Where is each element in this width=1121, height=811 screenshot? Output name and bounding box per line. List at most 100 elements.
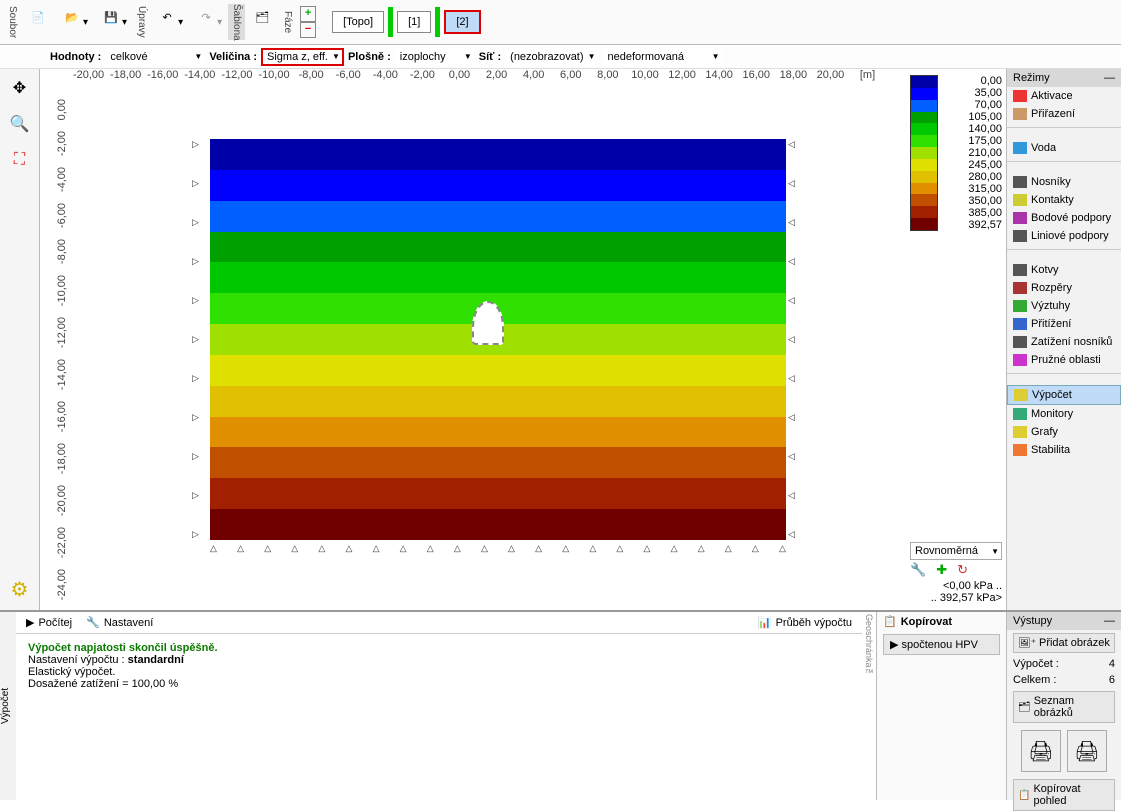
progress-button[interactable]: 📊 Průběh výpočtu (758, 616, 852, 629)
compute-button[interactable]: ▶ Počítej (26, 616, 72, 629)
boundary-right: ◁◁◁◁◁◁◁◁◁◁◁ (788, 139, 803, 540)
mode-item-voda[interactable]: Voda (1007, 139, 1121, 157)
file-label: Soubor (4, 6, 21, 38)
mesh-label: Síť : (479, 51, 501, 63)
copy-hpv-button[interactable]: ▶ spočtenou HPV (883, 634, 1000, 655)
undo-button[interactable]: ↶▾ (150, 3, 189, 41)
legend-wrench-icon[interactable]: 🔧 (910, 562, 926, 578)
phase-tab-topo[interactable]: [Topo] (332, 11, 384, 33)
minimize-icon[interactable]: — (1104, 615, 1115, 627)
values-dropdown[interactable]: celkové (105, 48, 205, 66)
values-label: Hodnoty : (50, 51, 101, 63)
contour-plot[interactable]: ▷▷▷▷▷▷▷▷▷▷▷ ◁◁◁◁◁◁◁◁◁◁◁ △△△△△△△△△△△△△△△△… (70, 89, 906, 610)
mode-item-grafy[interactable]: Grafy (1007, 423, 1121, 441)
ruler-y: 0,00-2,00-4,00-6,00-8,00-10,00-12,00-14,… (40, 89, 70, 610)
outputs-panel: Výstupy— 🖼⁺ Přidat obrázek Výpočet :4 Ce… (1006, 612, 1121, 800)
mode-icon (1013, 230, 1027, 242)
calc-log: Výpočet napjatosti skončil úspěšně. Nast… (16, 634, 862, 800)
zoom-tool[interactable]: 🔍 (5, 109, 35, 139)
mode-item-zatížení-nosníků[interactable]: Zatížení nosníků (1007, 333, 1121, 351)
legend-value: 385,00 (942, 207, 1002, 219)
ruler-tick: -10,00 (255, 69, 292, 89)
left-toolbar: ✥ 🔍 ⛶ ⚙ (0, 69, 40, 610)
copy-view-button[interactable]: 📋 Kopírovat pohled (1013, 779, 1115, 811)
print-button-1[interactable]: 🖨 (1021, 730, 1061, 772)
quantity-dropdown[interactable]: Sigma z, eff. (261, 48, 344, 66)
calc-log-line: Dosažené zatížení = 100,00 % (28, 678, 850, 690)
mode-label: Monitory (1031, 408, 1073, 420)
mode-item-přiřazení[interactable]: Přiřazení (1007, 105, 1121, 123)
ruler-tick: -8,00 (293, 69, 330, 89)
fit-tool[interactable]: ⛶ (5, 145, 35, 175)
mode-icon (1013, 90, 1027, 102)
template-button[interactable]: 🗂 (245, 3, 279, 41)
mode-label: Grafy (1031, 426, 1058, 438)
phase-tab-1[interactable]: [1] (397, 11, 431, 33)
mode-item-výpočet[interactable]: Výpočet (1007, 385, 1121, 405)
clipboard-label: Geoschránka™ (862, 612, 876, 800)
mode-label: Pružné oblasti (1031, 354, 1101, 366)
ruler-tick: 18,00 (775, 69, 812, 89)
ruler-tick: 4,00 (515, 69, 552, 89)
legend-value: 0,00 (942, 75, 1002, 87)
mode-icon (1013, 444, 1027, 456)
legend-plus-icon[interactable]: ✚ (936, 562, 947, 578)
mode-item-monitory[interactable]: Monitory (1007, 405, 1121, 423)
ruler-tick: -20,00 (56, 485, 68, 516)
deform-dropdown[interactable]: nedeformovaná (603, 48, 723, 66)
ruler-tick: 0,00 (56, 99, 68, 120)
phase-status-bar (388, 7, 393, 37)
mode-item-aktivace[interactable]: Aktivace (1007, 87, 1121, 105)
surface-dropdown[interactable]: izoplochy (395, 48, 475, 66)
ruler-tick: -18,00 (56, 443, 68, 474)
mode-icon (1013, 408, 1027, 420)
ruler-tick: 0,00 (441, 69, 478, 89)
minimize-icon[interactable]: — (1104, 72, 1115, 84)
ruler-tick: -14,00 (181, 69, 218, 89)
settings-button[interactable]: ⚙ (5, 574, 35, 604)
mode-item-přitížení[interactable]: Přitížení (1007, 315, 1121, 333)
ruler-tick: 16,00 (738, 69, 775, 89)
redo-button[interactable]: ↷▾ (189, 3, 228, 41)
picture-list-button[interactable]: 🗂 Seznam obrázků (1013, 691, 1115, 723)
legend-value: 175,00 (942, 135, 1002, 147)
print-button-2[interactable]: 🖨 (1067, 730, 1107, 772)
phase-add-button[interactable]: + (300, 6, 316, 22)
undo-icon: ↶ (156, 11, 178, 33)
mode-item-kotvy[interactable]: Kotvy (1007, 261, 1121, 279)
ruler-tick: -12,00 (56, 317, 68, 348)
mode-item-kontakty[interactable]: Kontakty (1007, 191, 1121, 209)
mode-item-nosníky[interactable]: Nosníky (1007, 173, 1121, 191)
phase-tab-2[interactable]: [2] (444, 10, 480, 34)
calc-count-row: Výpočet :4 (1007, 656, 1121, 672)
tunnel-opening (472, 301, 504, 345)
calc-settings-button[interactable]: 🔧 Nastavení (86, 616, 153, 629)
phase-add-remove: + − (300, 6, 316, 38)
ruler-x: -20,00-18,00-16,00-14,00-12,00-10,00-8,0… (40, 69, 906, 89)
mode-item-stabilita[interactable]: Stabilita (1007, 441, 1121, 459)
mode-icon (1013, 300, 1027, 312)
legend-scale-dropdown[interactable]: Rovnoměrná (910, 542, 1002, 560)
mode-label: Voda (1031, 142, 1056, 154)
mode-label: Přitížení (1031, 318, 1071, 330)
mode-item-bodové-podpory[interactable]: Bodové podpory (1007, 209, 1121, 227)
mesh-dropdown[interactable]: (nezobrazovat) (505, 48, 598, 66)
ruler-tick: -12,00 (218, 69, 255, 89)
legend-value: 315,00 (942, 183, 1002, 195)
save-file-button[interactable]: 💾▾ (94, 3, 133, 41)
mode-item-pružné-oblasti[interactable]: Pružné oblasti (1007, 351, 1121, 369)
pan-tool[interactable]: ✥ (5, 73, 35, 103)
mode-item-výztuhy[interactable]: Výztuhy (1007, 297, 1121, 315)
phase-status-bar (435, 7, 440, 37)
mode-icon (1013, 176, 1027, 188)
mode-item-rozpěry[interactable]: Rozpěry (1007, 279, 1121, 297)
legend-refresh-icon[interactable]: ↻ (957, 562, 968, 578)
bottom-tab-label: Výpočet (0, 612, 16, 800)
new-file-button[interactable]: 📄 (21, 3, 55, 41)
add-picture-button[interactable]: 🖼⁺ Přidat obrázek (1013, 633, 1115, 653)
mode-item-liniové-podpory[interactable]: Liniové podpory (1007, 227, 1121, 245)
open-file-button[interactable]: 📂▾ (55, 3, 94, 41)
total-count-row: Celkem :6 (1007, 672, 1121, 688)
phase-remove-button[interactable]: − (300, 22, 316, 38)
modes-header: Režimy— (1007, 69, 1121, 87)
